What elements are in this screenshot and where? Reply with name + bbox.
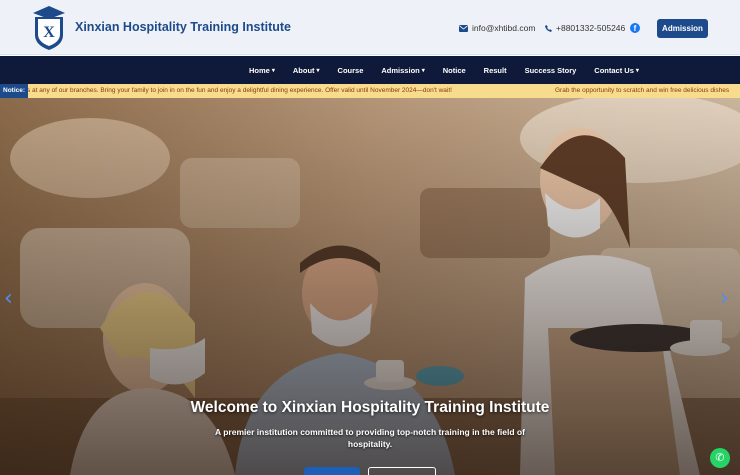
envelope-icon [459, 24, 468, 32]
slider-prev-arrow-icon[interactable]: ‹ [4, 286, 13, 311]
notice-label: Notice: [0, 84, 29, 98]
nav-item-notice[interactable]: Notice [443, 66, 466, 75]
nav-item-label: Success Story [524, 65, 577, 75]
hero-background-image [0, 98, 740, 475]
nav-item-label: Result [483, 65, 507, 75]
nav-item-label: Admission [381, 65, 420, 75]
hero-primary-button[interactable] [304, 467, 360, 475]
phone-icon [545, 24, 552, 32]
chevron-down-icon: ▾ [421, 67, 425, 74]
phone-text: +8801332-505246 [556, 23, 626, 33]
notice-text[interactable]: s at any of our branches. Bring your fam… [27, 84, 452, 98]
notice-ticker: Notice: s at any of our branches. Bring … [0, 84, 740, 98]
hero-title: Welcome to Xinxian Hospitality Training … [190, 399, 550, 416]
admission-button[interactable]: Admission [657, 19, 708, 38]
hero-subtitle: A premier institution committed to provi… [215, 427, 525, 449]
chevron-down-icon: ▾ [316, 67, 320, 74]
phone-contact[interactable]: +8801332-505246 [545, 23, 625, 33]
nav-item-admission[interactable]: Admission ▾ [381, 66, 424, 75]
nav-item-success-story[interactable]: Success Story [525, 66, 577, 75]
chevron-down-icon: ▾ [271, 67, 275, 74]
nav-item-label: Notice [442, 65, 466, 75]
hero-slider: ‹ › Welcome to Xinxian Hospitality Train… [0, 98, 740, 475]
nav-item-course[interactable]: Course [338, 66, 364, 75]
nav-menu: Home ▾ About ▾ Course Admission ▾ Notice Re… [249, 56, 639, 84]
nav-item-home[interactable]: Home ▾ [249, 66, 275, 75]
slider-next-arrow-icon[interactable]: › [720, 286, 729, 311]
nav-item-contact-us[interactable]: Contact Us ▾ [594, 66, 639, 75]
chevron-down-icon: ▾ [635, 67, 639, 74]
email-contact[interactable]: info@xhtibd.com [459, 23, 535, 33]
nav-item-about[interactable]: About ▾ [293, 66, 320, 75]
nav-item-label: Contact Us [594, 65, 634, 75]
logo-letter: X [43, 24, 55, 41]
top-header: X Xinxian Hospitality Training Institute… [0, 0, 740, 55]
nav-item-result[interactable]: Result [484, 66, 507, 75]
nav-item-label: Home [249, 65, 270, 75]
main-navbar: Home ▾ About ▾ Course Admission ▾ Notice Re… [0, 56, 740, 84]
nav-item-label: About [292, 65, 315, 75]
institute-logo[interactable]: X [30, 5, 68, 51]
facebook-icon[interactable]: f [630, 23, 640, 33]
notice-text[interactable]: Grab the opportunity to scratch and win … [555, 84, 729, 98]
whatsapp-icon[interactable]: ✆ [710, 448, 730, 468]
nav-item-label: Course [337, 65, 364, 75]
email-text: info@xhtibd.com [472, 23, 536, 33]
brand-name[interactable]: Xinxian Hospitality Training Institute [75, 20, 291, 34]
hero-secondary-button[interactable] [368, 467, 436, 475]
